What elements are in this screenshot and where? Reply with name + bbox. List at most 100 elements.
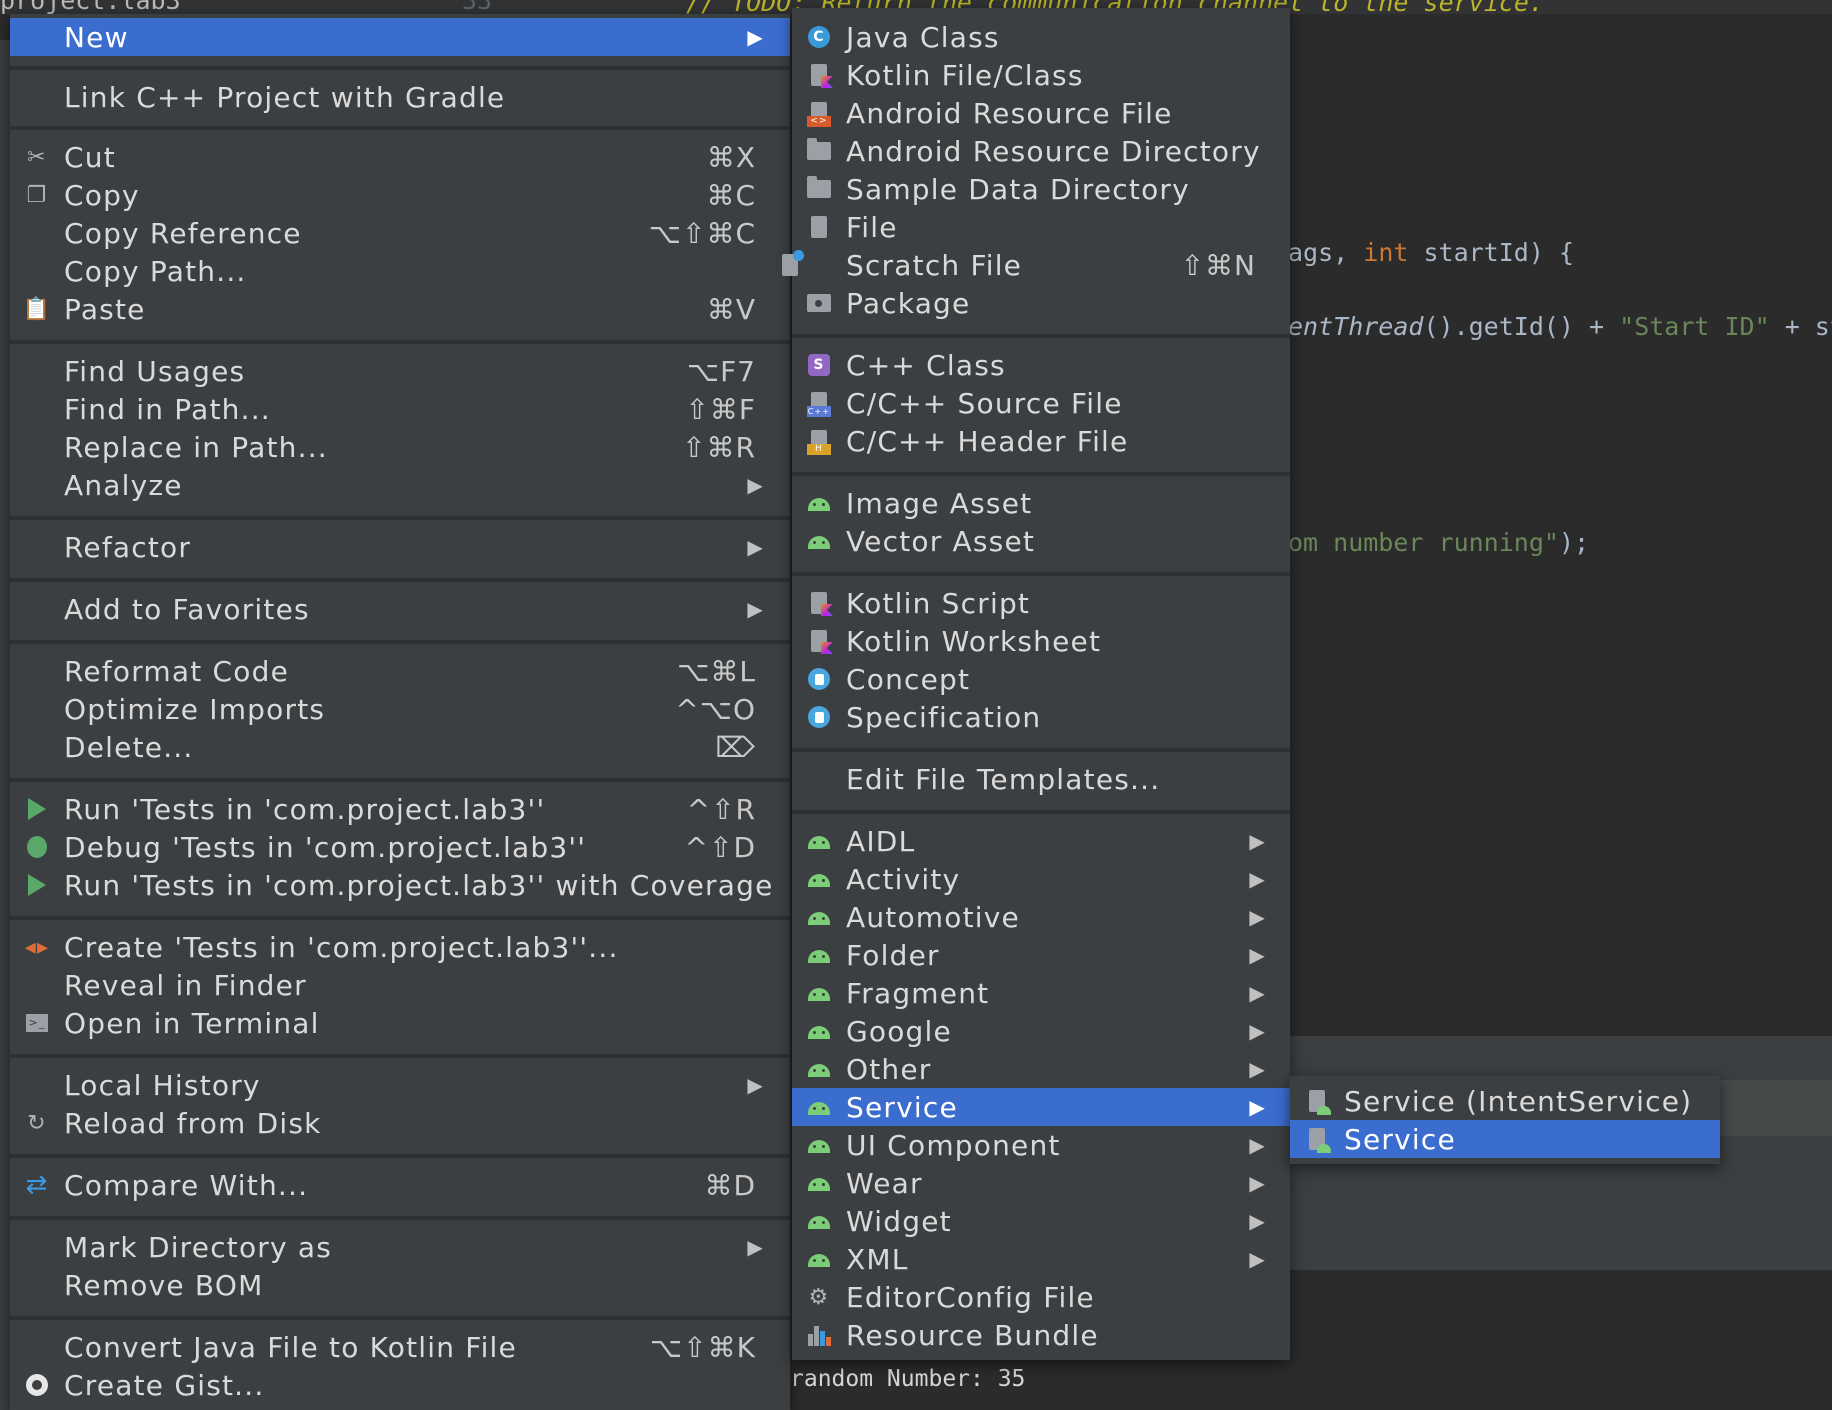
file-icon xyxy=(806,215,832,239)
service-item-service[interactable]: Service xyxy=(1290,1120,1720,1158)
new-item-vector-asset[interactable]: Vector Asset xyxy=(792,522,1290,560)
new-item-automotive[interactable]: Automotive ▶ xyxy=(792,898,1290,936)
new-item-editorconfig[interactable]: ⚙ EditorConfig File xyxy=(792,1278,1290,1316)
new-item-widget[interactable]: Widget ▶ xyxy=(792,1202,1290,1240)
new-item-fragment[interactable]: Fragment ▶ xyxy=(792,974,1290,1012)
folder-icon xyxy=(806,176,832,201)
menu-item-add-to-favorites[interactable]: Add to Favorites ▶ xyxy=(10,590,790,628)
menu-item-copy-reference[interactable]: Copy Reference ⌥⇧⌘C xyxy=(10,214,790,252)
android-icon xyxy=(806,905,832,929)
clipboard-icon: 📋 xyxy=(22,296,52,322)
menu-item-cut[interactable]: ✂ Cut ⌘X xyxy=(10,138,790,176)
android-icon xyxy=(806,1019,832,1043)
editor-tab-title[interactable]: project.lab3 xyxy=(0,0,181,15)
menu-item-local-history[interactable]: Local History ▶ xyxy=(10,1066,790,1104)
menu-item-remove-bom[interactable]: Remove BOM xyxy=(10,1266,790,1304)
android-icon xyxy=(806,981,832,1005)
menu-item-copy[interactable]: ❐ Copy ⌘C xyxy=(10,176,790,214)
specification-icon xyxy=(806,705,832,729)
android-icon xyxy=(806,867,832,891)
new-submenu: CJava Class Kotlin File/Class Android Re… xyxy=(782,8,1290,1360)
diff-arrows-icon: ◂▸ xyxy=(24,934,50,960)
new-item-other[interactable]: Other ▶ xyxy=(792,1050,1290,1088)
resource-file-icon xyxy=(806,101,832,127)
service-item-intent-service[interactable]: Service (IntentService) xyxy=(1290,1082,1720,1120)
cpp-header-icon xyxy=(806,429,832,455)
menu-item-copy-path[interactable]: Copy Path... xyxy=(10,252,790,290)
service-file-icon xyxy=(1304,1127,1331,1153)
new-item-folder[interactable]: Folder ▶ xyxy=(792,936,1290,974)
code-line[interactable]: entThread().getId() + "Start ID" + star xyxy=(1288,312,1832,341)
code-line[interactable]: ags, int startId) { xyxy=(1288,238,1574,267)
new-item-file[interactable]: File xyxy=(792,208,1290,246)
menu-item-delete[interactable]: Delete... ⌦ xyxy=(10,728,790,766)
new-item-cpp-source[interactable]: C/C++ Source File xyxy=(792,384,1290,422)
new-item-cpp-header[interactable]: C/C++ Header File xyxy=(792,422,1290,460)
new-item-aidl[interactable]: AIDL ▶ xyxy=(792,822,1290,860)
menu-item-compare-with[interactable]: ⇄ Compare With... ⌘D xyxy=(10,1166,790,1204)
menu-item-create-gist[interactable]: Create Gist... xyxy=(10,1366,790,1404)
menu-item-reload-disk[interactable]: ↻ Reload from Disk xyxy=(10,1104,790,1142)
compare-icon: ⇄ xyxy=(25,1170,49,1200)
new-item-android-resource-dir[interactable]: Android Resource Directory xyxy=(792,132,1290,170)
context-menu: New ▶ Link C++ Project with Gradle ✂ Cut ⌘X… xyxy=(10,14,790,1410)
new-item-specification[interactable]: Specification xyxy=(792,698,1290,736)
menu-item-find-usages[interactable]: Find Usages ⌥F7 xyxy=(10,352,790,390)
menu-item-reveal-finder[interactable]: Reveal in Finder xyxy=(10,966,790,1004)
copy-icon: ❐ xyxy=(26,182,48,208)
new-item-xml[interactable]: XML ▶ xyxy=(792,1240,1290,1278)
android-icon xyxy=(806,1057,832,1081)
console-output: random Number: 35 xyxy=(790,1366,1026,1392)
concept-icon xyxy=(806,667,832,691)
new-item-wear[interactable]: Wear ▶ xyxy=(792,1164,1290,1202)
new-item-sample-data-dir[interactable]: Sample Data Directory xyxy=(792,170,1290,208)
resource-bundle-icon xyxy=(806,1323,832,1347)
new-item-resource-bundle[interactable]: Resource Bundle xyxy=(792,1316,1290,1354)
android-icon xyxy=(806,529,832,553)
scratch-file-icon xyxy=(782,250,832,277)
service-submenu: Service (IntentService) Service xyxy=(1290,1076,1720,1164)
new-item-kotlin-file[interactable]: Kotlin File/Class xyxy=(792,56,1290,94)
android-icon xyxy=(806,1247,832,1271)
menu-item-find-in-path[interactable]: Find in Path... ⇧⌘F xyxy=(10,390,790,428)
new-item-cpp-class[interactable]: S C++ Class xyxy=(792,346,1290,384)
github-icon xyxy=(24,1373,50,1397)
menu-item-new[interactable]: New ▶ xyxy=(10,18,790,56)
new-item-concept[interactable]: Concept xyxy=(792,660,1290,698)
new-item-edit-templates[interactable]: Edit File Templates... xyxy=(792,760,1290,798)
code-line[interactable]: om number running"); xyxy=(1288,528,1589,557)
menu-item-reformat-code[interactable]: Reformat Code ⌥⌘L xyxy=(10,652,790,690)
android-icon xyxy=(806,1133,832,1157)
new-item-service[interactable]: Service ▶ xyxy=(792,1088,1290,1126)
new-item-scratch-file[interactable]: Scratch File ⇧⌘N xyxy=(782,246,1290,284)
new-item-google[interactable]: Google ▶ xyxy=(792,1012,1290,1050)
menu-item-link-cpp[interactable]: Link C++ Project with Gradle xyxy=(10,78,790,116)
menu-item-paste[interactable]: 📋 Paste ⌘V xyxy=(10,290,790,328)
new-item-kotlin-script[interactable]: Kotlin Script xyxy=(792,584,1290,622)
package-icon xyxy=(806,291,832,315)
menu-item-run-coverage[interactable]: Run 'Tests in 'com.project.lab3'' with C… xyxy=(10,866,790,904)
new-item-package[interactable]: Package xyxy=(792,284,1290,322)
menu-item-refactor[interactable]: Refactor ▶ xyxy=(10,528,790,566)
menu-item-create-tests[interactable]: ◂▸ Create 'Tests in 'com.project.lab3''..… xyxy=(10,928,790,966)
menu-item-run-tests[interactable]: Run 'Tests in 'com.project.lab3'' ^⇧R xyxy=(10,790,790,828)
new-item-image-asset[interactable]: Image Asset xyxy=(792,484,1290,522)
new-item-android-resource-file[interactable]: Android Resource File xyxy=(792,94,1290,132)
new-item-activity[interactable]: Activity ▶ xyxy=(792,860,1290,898)
menu-item-debug-tests[interactable]: Debug 'Tests in 'com.project.lab3'' ^⇧D xyxy=(10,828,790,866)
menu-item-open-terminal[interactable]: >_ Open in Terminal xyxy=(10,1004,790,1042)
folder-icon xyxy=(806,138,832,163)
new-item-ui-component[interactable]: UI Component ▶ xyxy=(792,1126,1290,1164)
terminal-icon: >_ xyxy=(24,1011,50,1035)
run-icon xyxy=(24,797,50,821)
android-icon xyxy=(806,829,832,853)
new-item-java-class[interactable]: C Java Class xyxy=(792,18,1290,56)
menu-item-analyze[interactable]: Analyze ▶ xyxy=(10,466,790,504)
android-icon xyxy=(806,1095,832,1119)
menu-item-replace-in-path[interactable]: Replace in Path... ⇧⌘R xyxy=(10,428,790,466)
menu-item-mark-directory[interactable]: Mark Directory as ▶ xyxy=(10,1228,790,1266)
java-class-icon: C xyxy=(806,25,832,49)
menu-item-optimize-imports[interactable]: Optimize Imports ^⌥O xyxy=(10,690,790,728)
menu-item-convert-kotlin[interactable]: Convert Java File to Kotlin File ⌥⇧⌘K xyxy=(10,1328,790,1366)
new-item-kotlin-worksheet[interactable]: Kotlin Worksheet xyxy=(792,622,1290,660)
